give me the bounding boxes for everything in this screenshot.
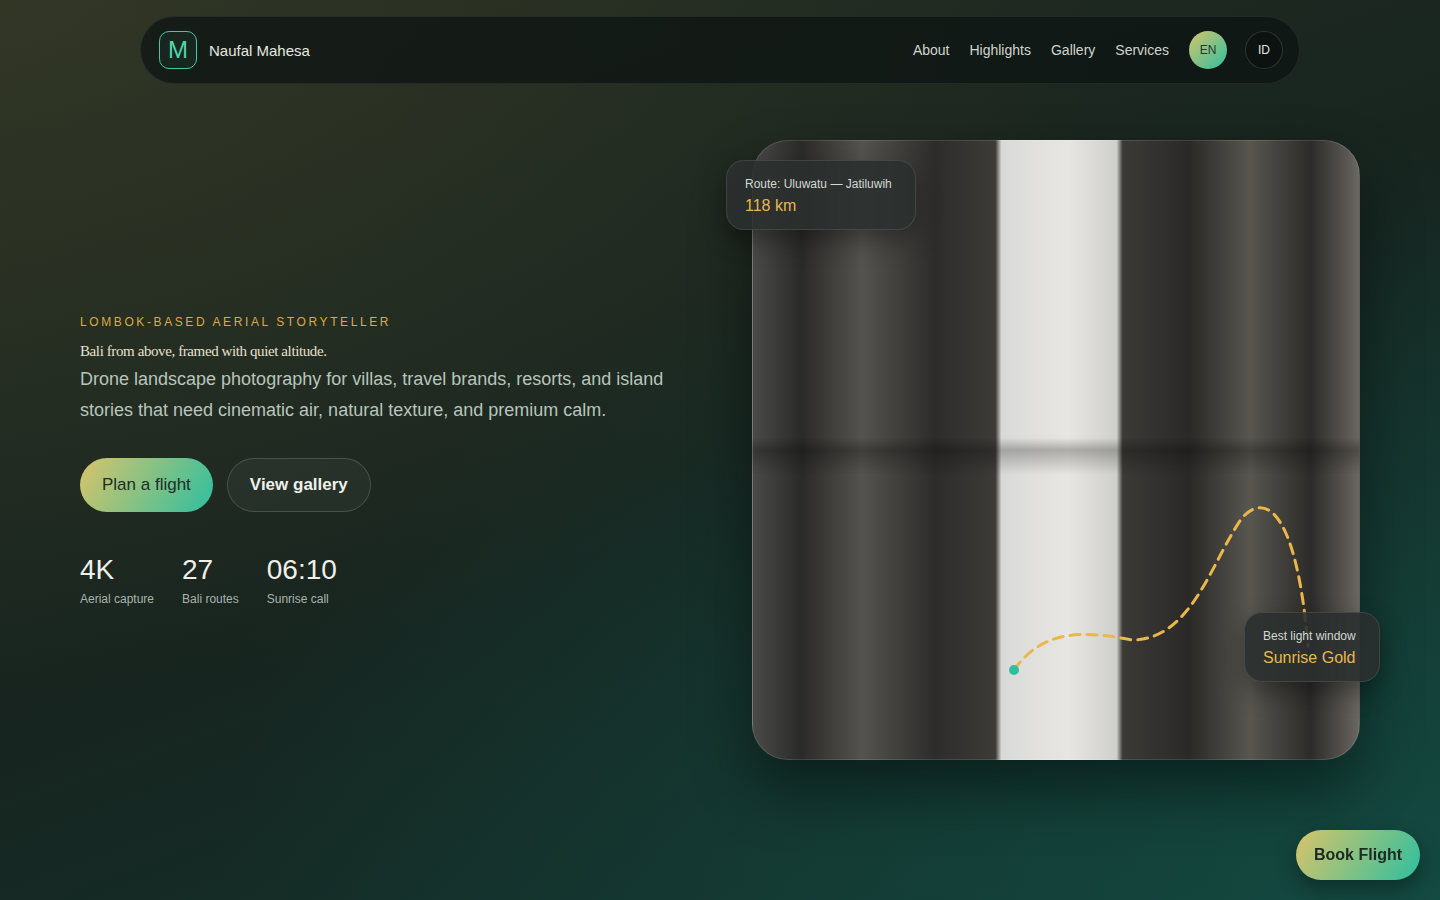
plan-flight-button[interactable]: Plan a flight [80,458,213,512]
light-card: Best light window Sunrise Gold [1244,612,1380,682]
stats: 4K Aerial capture 27 Bali routes 06:10 Sunris… [80,554,732,606]
nav-links: About Highlights Gallery Services EN ID [913,31,1283,69]
tagline: Bali from above, framed with quiet altit… [80,343,732,360]
light-value: Sunrise Gold [1263,649,1361,667]
route-card: Route: Uluwatu — Jatiluwih 118 km [726,160,916,230]
language-button[interactable]: EN [1189,31,1227,69]
stat-label: Sunrise call [267,592,337,606]
light-label: Best light window [1263,629,1361,643]
logo[interactable]: M [159,31,197,69]
hero-text: LOMBOK-BASED AERIAL STORYTELLER Bali from… [80,295,752,606]
stat-value: 4K [80,554,154,586]
route-value: 118 km [745,197,897,215]
nav-wrap: M Naufal Mahesa About Highlights Gallery Serv… [0,16,1440,84]
stat-label: Aerial capture [80,592,154,606]
eyebrow: LOMBOK-BASED AERIAL STORYTELLER [80,315,732,329]
stat-value: 06:10 [267,554,337,586]
brand-name[interactable]: Naufal Mahesa [209,42,310,59]
hero: LOMBOK-BASED AERIAL STORYTELLER Bali from… [0,84,1440,760]
nav-link[interactable]: Gallery [1051,42,1095,58]
photo-card: Route: Uluwatu — Jatiluwih118 kmBest lig… [752,140,1360,760]
brand[interactable]: M Naufal Mahesa [159,31,310,69]
book-flight-button[interactable]: Book Flight [1296,830,1420,880]
nav-link[interactable]: Services [1115,42,1169,58]
stat-value: 27 [182,554,239,586]
nav-link[interactable]: Highlights [969,42,1030,58]
stat: 06:10 Sunrise call [267,554,337,606]
stat: 27 Bali routes [182,554,239,606]
navbar: M Naufal Mahesa About Highlights Gallery Serv… [140,16,1300,84]
route-label: Route: Uluwatu — Jatiluwih [745,177,897,191]
language-button[interactable]: ID [1245,31,1283,69]
hero-buttons: Plan a flight View gallery [80,458,732,512]
stat: 4K Aerial capture [80,554,154,606]
description: Drone landscape photography for villas, … [80,364,700,426]
view-gallery-button[interactable]: View gallery [227,458,371,512]
stat-label: Bali routes [182,592,239,606]
page: M Naufal Mahesa About Highlights Gallery Serv… [0,0,1440,900]
nav-link[interactable]: About [913,42,950,58]
